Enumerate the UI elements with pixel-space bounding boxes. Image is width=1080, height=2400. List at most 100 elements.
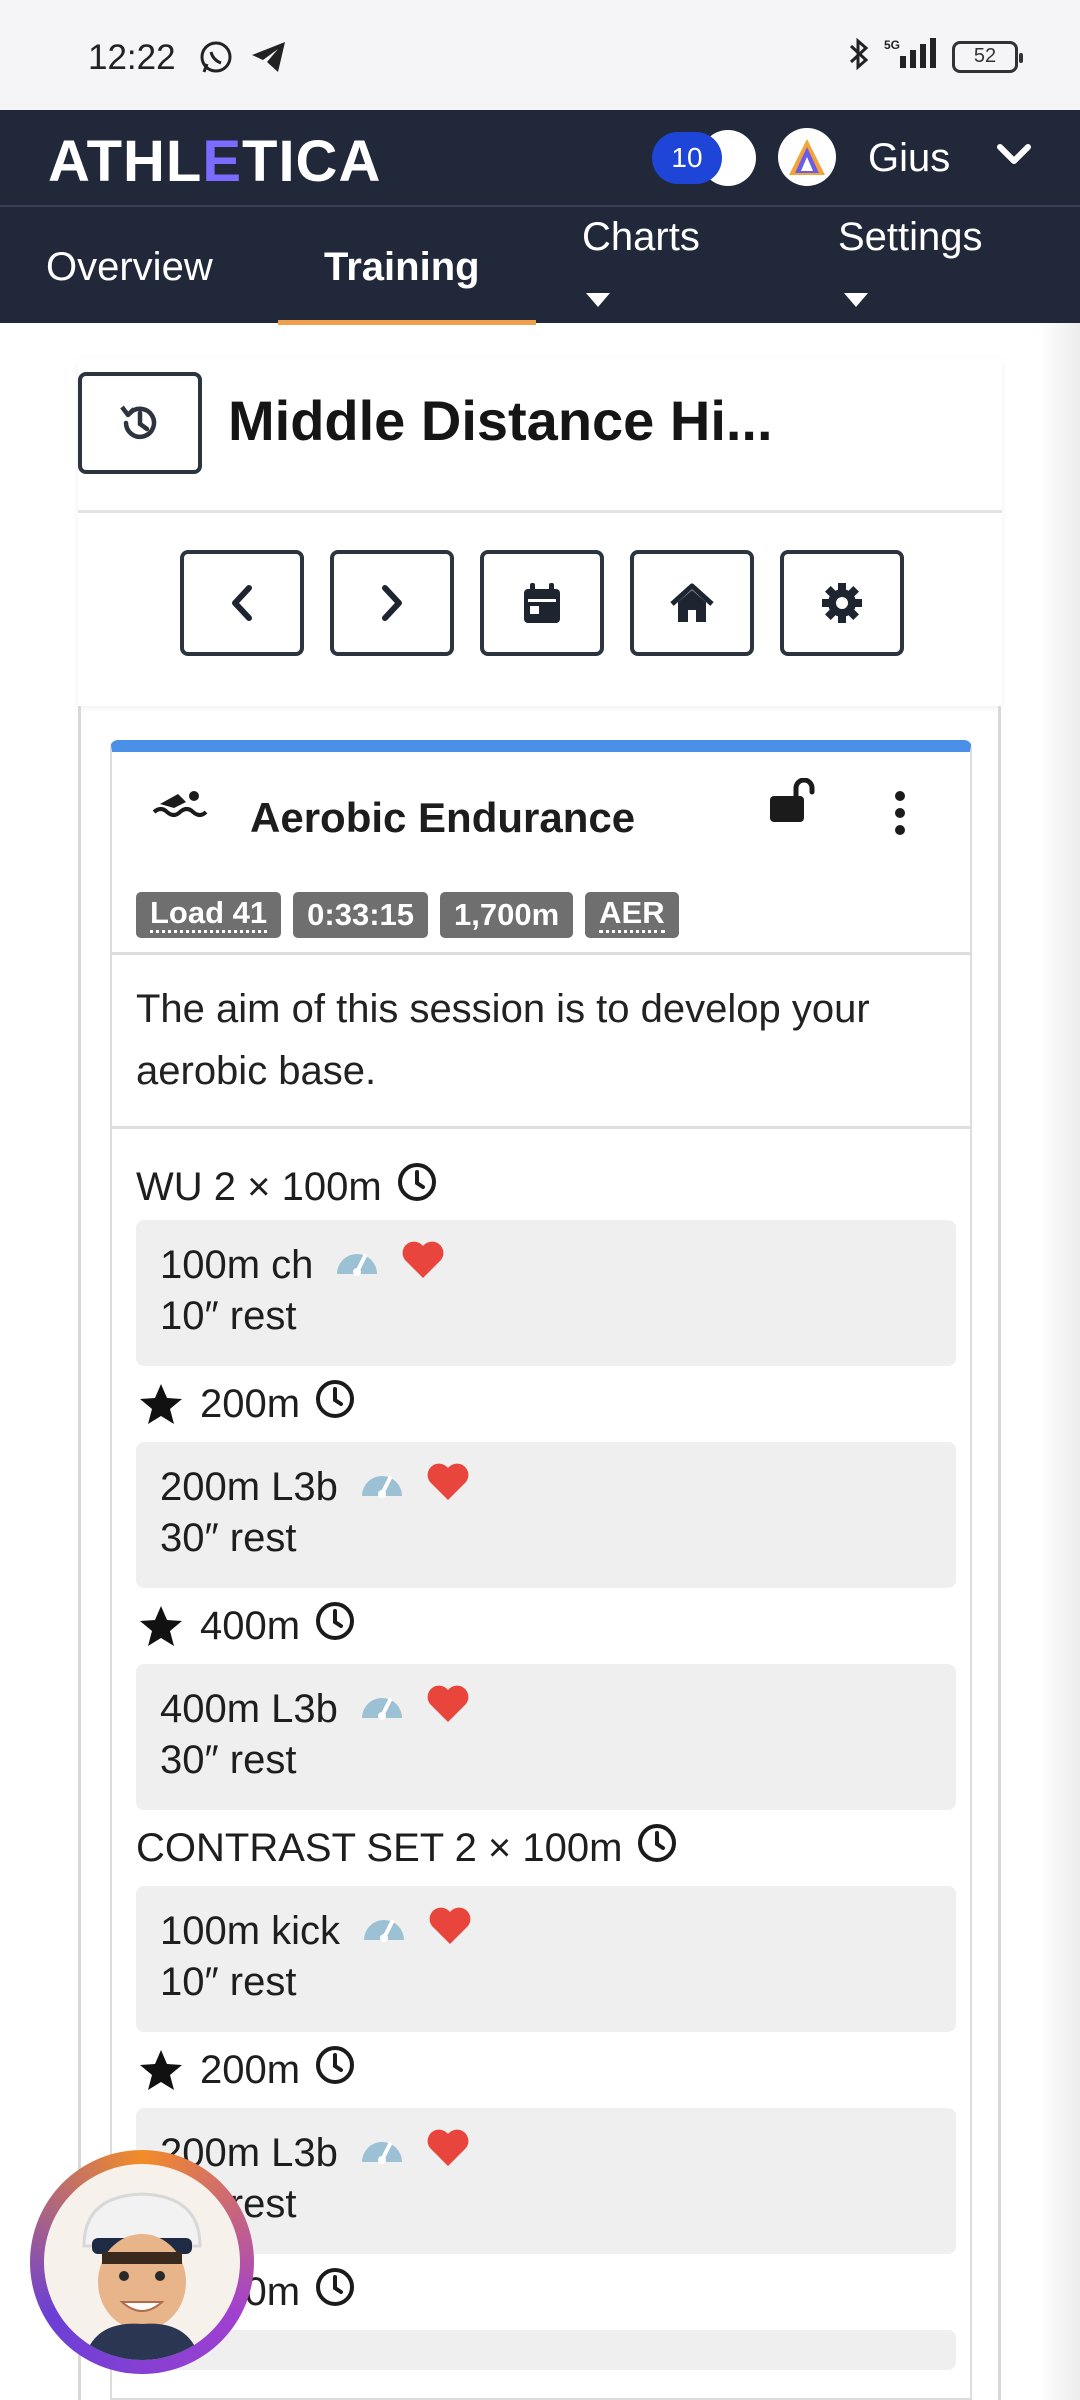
calendar-button[interactable] — [480, 550, 604, 656]
workout-blocks: WU 2 × 100m 100m ch 10″ rest 200m 200m L… — [136, 1154, 956, 2370]
tab-training-label: Training — [324, 245, 480, 289]
workout-card-header: Aerobic Endurance — [112, 752, 970, 842]
interval-label: 100m ch — [160, 1242, 314, 1287]
tab-settings[interactable]: Settings — [838, 215, 983, 260]
interval-rest: 30″ rest — [160, 2182, 297, 2226]
chevron-left-icon — [232, 585, 252, 621]
interval-item[interactable]: 400m L3b 30″ rest — [136, 1664, 956, 1810]
interval-item[interactable]: 200m L3b 30″ rest — [136, 2108, 956, 2254]
bluetooth-icon — [848, 36, 870, 77]
interval-item[interactable] — [136, 2330, 956, 2370]
type-badge[interactable]: AER — [585, 892, 679, 938]
unlock-icon[interactable] — [768, 777, 818, 829]
page-title: Middle Distance Hi... — [228, 389, 773, 452]
settings-caret-icon — [844, 293, 868, 307]
status-time: 12:22 — [88, 38, 176, 77]
heart-icon[interactable] — [428, 1906, 472, 1956]
heart-icon[interactable] — [426, 1684, 470, 1734]
chevron-right-icon — [382, 585, 402, 621]
list-border-right — [998, 706, 1001, 2400]
divider — [112, 952, 970, 955]
set-header: 400m — [136, 1588, 956, 1664]
notification-count-badge: 10 — [652, 132, 722, 184]
clock-icon[interactable] — [396, 1161, 438, 1213]
home-icon — [670, 583, 714, 622]
list-border-left — [78, 706, 81, 2400]
swim-icon — [152, 790, 208, 825]
speedometer-icon[interactable] — [358, 1464, 406, 1510]
workout-badges: Load 41 0:33:15 1,700m AER — [136, 892, 679, 938]
speedometer-icon[interactable] — [333, 1242, 381, 1288]
clock-icon[interactable] — [314, 2044, 356, 2096]
interval-label: 400m L3b — [160, 1686, 338, 1731]
coach-chat-button[interactable] — [30, 2150, 254, 2374]
more-options-icon[interactable] — [892, 790, 908, 841]
set-header-label: 200m — [200, 1381, 301, 1426]
status-bar: 12:22 5G 52 — [0, 0, 1080, 110]
scroll-shadow — [1038, 323, 1080, 2400]
athletica-logo[interactable]: ATHLETICA — [48, 128, 381, 195]
plan-toolbar — [180, 550, 904, 656]
home-button[interactable] — [630, 550, 754, 656]
divider — [112, 1126, 970, 1129]
divider — [78, 510, 1002, 513]
signal-icon: 5G — [884, 36, 938, 77]
previous-button[interactable] — [180, 550, 304, 656]
interval-label: 200m L3b — [160, 1464, 338, 1509]
notifications-button[interactable]: 10 — [652, 130, 756, 186]
interval-item[interactable]: 200m L3b 30″ rest — [136, 1442, 956, 1588]
star-icon — [136, 1382, 186, 1426]
workout-title: Aerobic Endurance — [250, 794, 636, 841]
duration-badge: 0:33:15 — [293, 892, 429, 938]
set-header-label: WU 2 × 100m — [136, 1164, 382, 1209]
heart-icon[interactable] — [426, 2128, 470, 2178]
interval-item[interactable]: 100m kick 10″ rest — [136, 1886, 956, 2032]
heart-icon[interactable] — [426, 1462, 470, 1512]
chevron-down-icon[interactable] — [996, 142, 1032, 173]
distance-badge: 1,700m — [440, 892, 574, 938]
tab-charts[interactable]: Charts — [582, 215, 700, 260]
main-nav: Overview Training Charts Settings — [0, 205, 1080, 325]
whatsapp-icon — [198, 40, 234, 81]
plan-title-card: Middle Distance Hi... — [78, 358, 1002, 706]
user-avatar[interactable] — [778, 128, 836, 186]
set-header: 200m — [136, 2032, 956, 2108]
set-header-label: 400m — [200, 1603, 301, 1648]
speedometer-icon[interactable] — [358, 2130, 406, 2176]
clock-icon[interactable] — [314, 1378, 356, 1430]
set-header: WU 2 × 100m — [136, 1154, 956, 1220]
gear-icon — [822, 583, 862, 623]
interval-item[interactable]: 100m ch 10″ rest — [136, 1220, 956, 1366]
interval-rest: 30″ rest — [160, 1516, 297, 1560]
coach-avatar — [44, 2164, 240, 2360]
set-header: CONTRAST SET 2 × 100m — [136, 1810, 956, 1886]
interval-rest: 10″ rest — [160, 1960, 297, 2004]
tab-training[interactable]: Training — [278, 207, 536, 325]
clock-icon[interactable] — [314, 1600, 356, 1652]
next-button[interactable] — [330, 550, 454, 656]
load-badge[interactable]: Load 41 — [136, 892, 282, 938]
set-header: 400m — [136, 2254, 956, 2330]
star-icon — [136, 1604, 186, 1648]
workout-description: The aim of this session is to develop yo… — [136, 987, 870, 1093]
clock-icon[interactable] — [314, 2266, 356, 2318]
charts-caret-icon — [586, 293, 610, 307]
svg-text:5G: 5G — [884, 38, 900, 52]
status-right-icons: 5G 52 — [848, 36, 1023, 77]
settings-button[interactable] — [780, 550, 904, 656]
heart-icon[interactable] — [401, 1240, 445, 1290]
star-icon — [136, 2048, 186, 2092]
speedometer-icon[interactable] — [360, 1908, 408, 1954]
interval-rest: 30″ rest — [160, 1738, 297, 1782]
username[interactable]: Gius — [868, 136, 950, 181]
history-icon — [120, 405, 157, 440]
history-button[interactable] — [78, 372, 202, 474]
interval-label: 100m kick — [160, 1908, 341, 1953]
set-header-label: CONTRAST SET 2 × 100m — [136, 1825, 623, 1870]
app-header: ATHLETICA 10 Gius — [0, 110, 1080, 205]
speedometer-icon[interactable] — [358, 1686, 406, 1732]
set-header-label: 200m — [200, 2047, 301, 2092]
clock-icon[interactable] — [636, 1822, 678, 1874]
tab-overview[interactable]: Overview — [46, 245, 213, 290]
telegram-icon — [250, 40, 288, 79]
